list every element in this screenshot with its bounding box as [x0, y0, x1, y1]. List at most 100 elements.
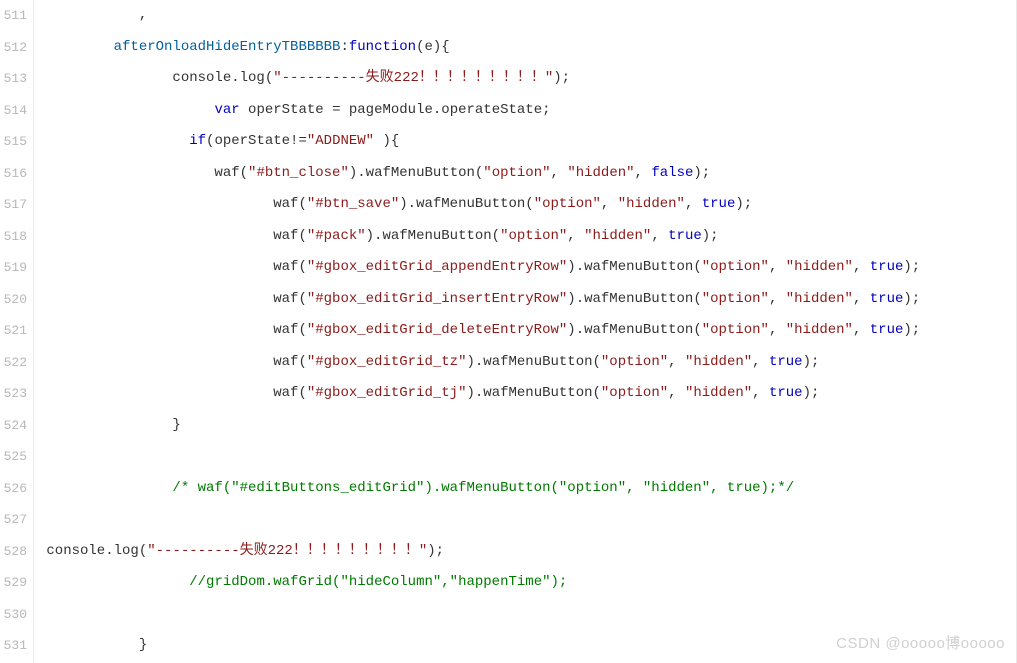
code-line[interactable]: waf("#gbox_editGrid_deleteEntryRow").waf… [34, 315, 1016, 347]
token: , [601, 196, 618, 212]
token-cmt: //gridDom.wafGrid("hideColumn","happenTi… [189, 574, 567, 590]
token: , [668, 354, 685, 370]
token: waf( [38, 259, 307, 275]
token-str: "----------失败222！！！！！！！！！" [273, 70, 553, 86]
line-number: 514 [0, 95, 27, 127]
token-str: "hidden" [685, 385, 752, 401]
token: , [685, 196, 702, 212]
token-prop: afterOnloadHideEntryTBBBBBB [38, 39, 340, 55]
code-line[interactable]: var operState = pageModule.operateState; [34, 95, 1016, 127]
token-cmt: /* waf("#editButtons_editGrid").wafMenuB… [172, 480, 794, 496]
code-line[interactable]: console.log("----------失败222！！！！！！！！！"); [34, 63, 1016, 95]
token: waf( [38, 385, 307, 401]
code-line[interactable]: } [34, 630, 1016, 662]
token-str: "#gbox_editGrid_insertEntryRow" [307, 291, 567, 307]
token-str: "#pack" [307, 228, 366, 244]
token: waf( [38, 228, 307, 244]
token: ); [427, 543, 444, 559]
token-str: "hidden" [786, 291, 853, 307]
token: ).wafMenuButton( [349, 165, 483, 181]
token-str: "hidden" [786, 259, 853, 275]
token: , [769, 259, 786, 275]
code-line[interactable]: waf("#gbox_editGrid_tj").wafMenuButton("… [34, 378, 1016, 410]
line-number: 512 [0, 32, 27, 64]
token: waf( [38, 322, 307, 338]
token: : [340, 39, 348, 55]
line-number: 530 [0, 599, 27, 631]
token: waf( [38, 354, 307, 370]
token: ).wafMenuButton( [466, 354, 600, 370]
token [38, 480, 172, 496]
code-line[interactable]: waf("#btn_save").wafMenuButton("option",… [34, 189, 1016, 221]
token: , [752, 385, 769, 401]
token-str: "option" [483, 165, 550, 181]
code-line[interactable]: waf("#pack").wafMenuButton("option", "hi… [34, 221, 1016, 253]
code-line[interactable]: if(operState!="ADDNEW" ){ [34, 126, 1016, 158]
token: , [668, 385, 685, 401]
code-line[interactable] [34, 504, 1016, 536]
token: ).wafMenuButton( [399, 196, 533, 212]
line-number: 531 [0, 630, 27, 662]
code-line[interactable]: waf("#gbox_editGrid_appendEntryRow").waf… [34, 252, 1016, 284]
code-line[interactable] [34, 599, 1016, 631]
token-bool: false [651, 165, 693, 181]
code-line[interactable] [34, 441, 1016, 473]
token-str: "----------失败222！！！！！！！！！" [147, 543, 427, 559]
line-gutter: 5115125135145155165175185195205215225235… [0, 0, 34, 663]
token-str: "#gbox_editGrid_appendEntryRow" [307, 259, 567, 275]
token: ); [903, 291, 920, 307]
token-bool: true [668, 228, 702, 244]
token-str: "hidden" [685, 354, 752, 370]
line-number: 527 [0, 504, 27, 536]
token-str: "option" [500, 228, 567, 244]
token: (e){ [416, 39, 450, 55]
code-line[interactable]: //gridDom.wafGrid("hideColumn","happenTi… [34, 567, 1016, 599]
token-str: "#btn_close" [248, 165, 349, 181]
token-str: "option" [534, 196, 601, 212]
token-bool: true [769, 385, 803, 401]
token: , [853, 322, 870, 338]
token: console.log( [38, 70, 273, 86]
token: ); [553, 70, 570, 86]
token: ).wafMenuButton( [466, 385, 600, 401]
token-bool: true [769, 354, 803, 370]
token: ).wafMenuButton( [567, 322, 701, 338]
token: , [769, 322, 786, 338]
token: waf( [38, 165, 248, 181]
token: , [853, 291, 870, 307]
token-str: "hidden" [786, 322, 853, 338]
line-number: 524 [0, 410, 27, 442]
token: waf( [38, 291, 307, 307]
line-number: 517 [0, 189, 27, 221]
code-line[interactable]: afterOnloadHideEntryTBBBBBB:function(e){ [34, 32, 1016, 64]
token: ); [903, 259, 920, 275]
code-area[interactable]: , afterOnloadHideEntryTBBBBBB:function(e… [34, 0, 1016, 663]
code-line[interactable]: console.log("----------失败222！！！！！！！！！"); [34, 536, 1016, 568]
token-str: "#btn_save" [307, 196, 399, 212]
code-editor: 5115125135145155165175185195205215225235… [0, 0, 1017, 663]
token: ); [702, 228, 719, 244]
code-line[interactable]: waf("#gbox_editGrid_insertEntryRow").waf… [34, 284, 1016, 316]
token-str: "option" [601, 385, 668, 401]
code-line[interactable]: waf("#gbox_editGrid_tz").wafMenuButton("… [34, 347, 1016, 379]
token [38, 574, 189, 590]
code-line[interactable]: waf("#btn_close").wafMenuButton("option"… [34, 158, 1016, 190]
token-str: "hidden" [567, 165, 634, 181]
token-str: "#gbox_editGrid_deleteEntryRow" [307, 322, 567, 338]
token: , [551, 165, 568, 181]
token: operState = pageModule.operateState; [240, 102, 551, 118]
line-number: 529 [0, 567, 27, 599]
token: , [853, 259, 870, 275]
token-str: "hidden" [584, 228, 651, 244]
token-bool: true [702, 196, 736, 212]
token [38, 133, 189, 149]
line-number: 513 [0, 63, 27, 95]
token-kw: var [214, 102, 239, 118]
code-line[interactable]: , [34, 0, 1016, 32]
code-line[interactable]: /* waf("#editButtons_editGrid").wafMenuB… [34, 473, 1016, 505]
token-kw: if [189, 133, 206, 149]
token: } [38, 637, 147, 653]
token: } [38, 417, 181, 433]
code-line[interactable]: } [34, 410, 1016, 442]
token: , [38, 7, 147, 23]
